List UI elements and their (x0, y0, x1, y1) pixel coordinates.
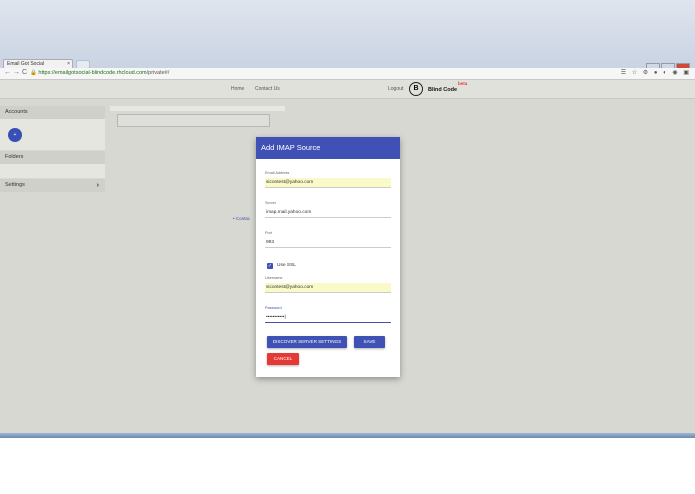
window-controls (645, 57, 691, 70)
chevron-right-icon: › (96, 182, 99, 189)
use-ssl-label: Use SSL (277, 263, 296, 268)
dialog-title: Add IMAP Source (256, 137, 400, 159)
screen: Email Got Social × ← → C 🔒 https://email… (0, 0, 695, 438)
accounts-header: Accounts (0, 106, 105, 119)
password-field[interactable]: •••••••••••| (265, 313, 391, 323)
main-top-strip (110, 106, 285, 111)
beta-badge: beta (458, 81, 468, 86)
tab-title: Email Got Social (7, 61, 44, 67)
forward-icon[interactable]: → (13, 69, 20, 76)
password-label: Password (265, 306, 282, 310)
username-field[interactable]: sicontest@yahoo.com (265, 283, 391, 293)
tab-close-icon[interactable]: × (67, 60, 70, 68)
nav-contact-link[interactable]: Contact Us (255, 86, 280, 92)
logout-link[interactable]: Logout (388, 86, 403, 92)
email-field[interactable]: sicontest@yahoo.com (265, 178, 391, 188)
browser-tab[interactable]: Email Got Social × (3, 59, 73, 68)
add-account-button[interactable]: + (8, 128, 22, 142)
save-button[interactable]: SAVE (354, 336, 385, 348)
server-field[interactable]: imap.mail.yahoo.com (265, 208, 391, 218)
logo-text: Blind Code (428, 87, 458, 93)
os-taskbar (0, 433, 695, 438)
folders-header[interactable]: Folders (0, 151, 105, 164)
address-bar: ← → C 🔒 https://emailgotsocial-blindcode… (0, 68, 695, 80)
settings-item[interactable]: Settings › (0, 179, 105, 192)
contact-link[interactable]: • Contac (233, 216, 250, 221)
url-field[interactable]: 🔒 https://emailgotsocial-blindcode.rhclo… (30, 69, 169, 77)
username-label: Username (265, 276, 283, 280)
folders-panel (0, 164, 105, 178)
use-ssl-checkbox[interactable]: ✓ (267, 263, 273, 269)
port-label: Port (265, 231, 272, 235)
discover-server-settings-button[interactable]: DISCOVER SERVER SETTINGS (267, 336, 347, 348)
nav-home-link[interactable]: Home (231, 86, 244, 92)
extension-icons[interactable]: ☰ ☆ ⚙ ● ◐ ◉ ▣ (621, 69, 691, 76)
add-imap-dialog: Add IMAP Source Email Address sicontest@… (256, 137, 400, 377)
email-label: Email Address (265, 171, 290, 175)
main-search-input[interactable] (117, 114, 270, 127)
site-header (0, 80, 695, 99)
settings-label: Settings (5, 182, 25, 188)
browser-tab-bar (0, 0, 695, 68)
server-label: Server (265, 201, 277, 205)
url-secure: https://emailgotsocial-blindcode.rhcloud… (38, 70, 147, 76)
back-icon[interactable]: ← (4, 69, 11, 76)
port-field[interactable]: 993 (265, 238, 391, 248)
blind-code-logo-icon: B (409, 82, 423, 96)
url-path: /private#/ (146, 70, 170, 76)
cancel-button[interactable]: CANCEL (267, 353, 299, 365)
reload-icon[interactable]: C (22, 69, 27, 76)
